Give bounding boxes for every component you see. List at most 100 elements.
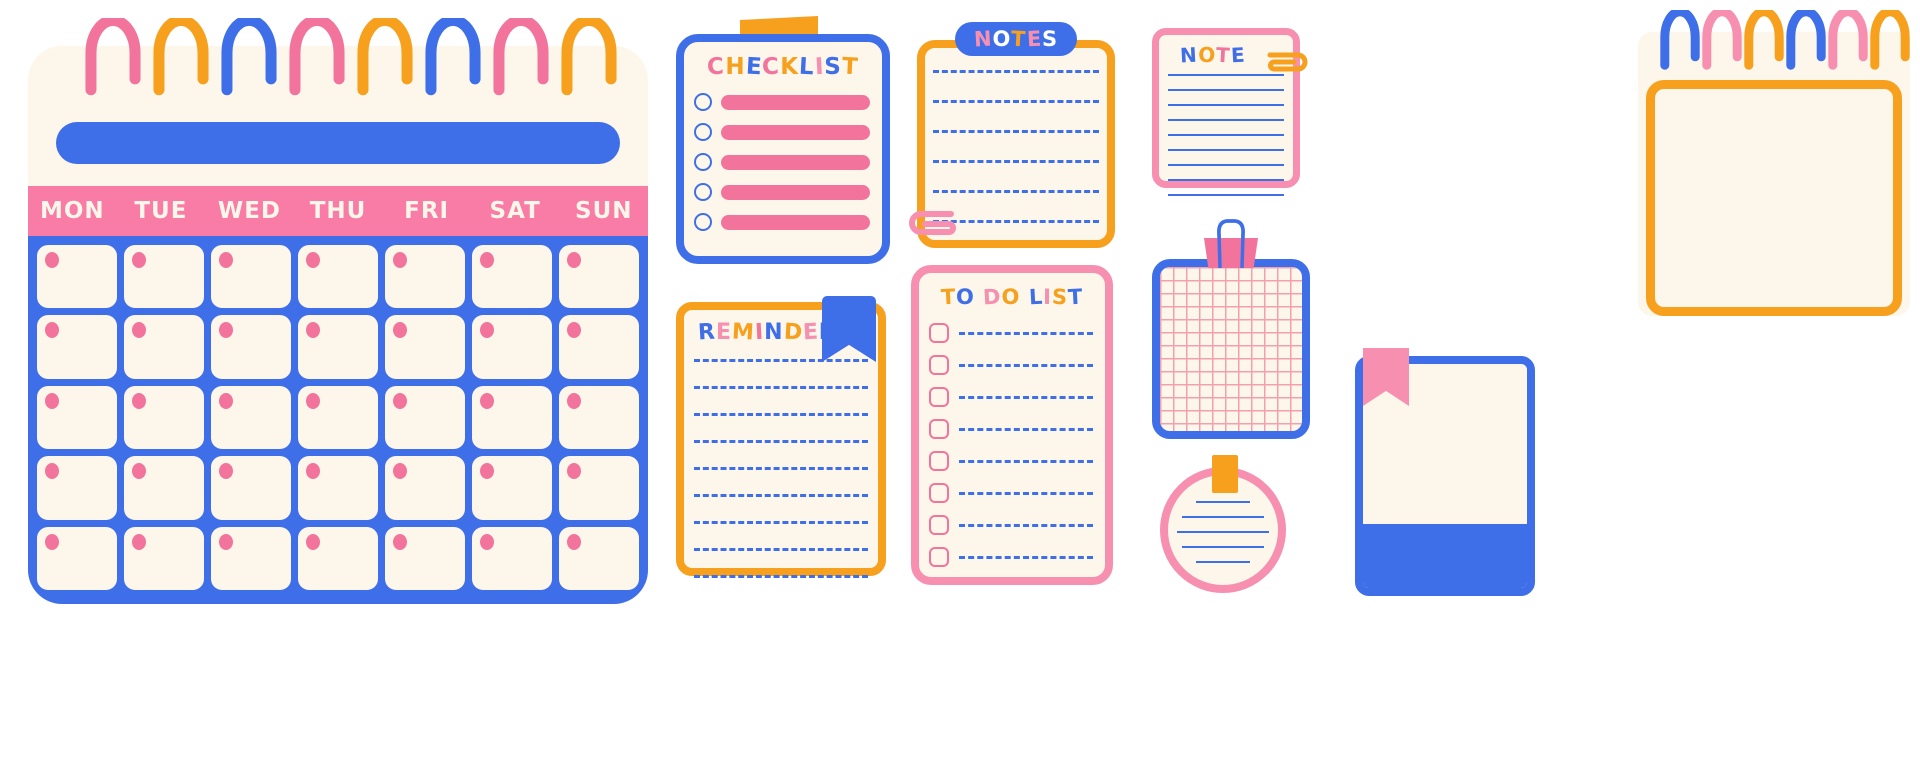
reminder-title-letter: D [782, 319, 804, 346]
todo-checkbox[interactable] [929, 483, 949, 503]
calendar-day-dot-icon [132, 392, 146, 409]
calendar-day-cell[interactable] [298, 245, 378, 309]
notes-title: NOTES [973, 26, 1058, 52]
calendar-day-header-mon: MON [39, 198, 105, 224]
todo-list-item[interactable] [929, 323, 1105, 343]
checklist-title-letter: T [841, 53, 860, 81]
calendar-month-title-bar[interactable] [56, 122, 620, 164]
calendar-day-cell[interactable] [385, 526, 465, 590]
checklist-title-letter: S [824, 54, 842, 80]
checklist-item[interactable] [694, 183, 882, 201]
calendar-day-cell[interactable] [37, 245, 117, 309]
checklist-title-letter: L [798, 53, 816, 81]
calendar-day-cell[interactable] [559, 245, 639, 309]
todo-list-item[interactable] [929, 355, 1105, 375]
todo-list-item[interactable] [929, 515, 1105, 535]
calendar-day-cell[interactable] [211, 315, 291, 379]
calendar-day-cell[interactable] [298, 526, 378, 590]
todo-checkbox[interactable] [929, 323, 949, 343]
calendar-day-cell[interactable] [124, 245, 204, 309]
notes-line [933, 160, 1099, 163]
todo-checkbox[interactable] [929, 547, 949, 567]
calendar-day-cell[interactable] [124, 385, 204, 450]
calendar-day-cell[interactable] [472, 245, 552, 309]
notes-title-letter: T [1010, 26, 1028, 52]
checklist-checkbox[interactable] [694, 183, 712, 201]
todo-list-card: TO DO LIST [911, 265, 1113, 585]
todo-list-item[interactable] [929, 419, 1105, 439]
calendar-day-cell[interactable] [559, 385, 639, 450]
notes-header-pill: NOTES [955, 22, 1077, 56]
circle-note-line [1177, 531, 1269, 533]
todo-list-items [919, 323, 1105, 567]
paperclip-icon [1267, 52, 1308, 72]
calendar-day-cell[interactable] [559, 526, 639, 590]
calendar-day-cell[interactable] [559, 315, 639, 379]
calendar-day-dot-icon [45, 392, 59, 409]
calendar-day-dot-icon [480, 252, 494, 268]
blank-spiral-notepad [1638, 7, 1910, 316]
circle-note-tape-icon [1212, 455, 1238, 493]
calendar-day-cell[interactable] [211, 456, 291, 520]
reminder-line [694, 548, 868, 551]
calendar-day-cell[interactable] [472, 526, 552, 590]
notepad-writing-area[interactable] [1646, 80, 1902, 316]
calendar-day-cell[interactable] [211, 245, 291, 309]
spiral-ring-icon [1786, 7, 1826, 70]
checklist-item[interactable] [694, 123, 882, 141]
calendar-day-cell[interactable] [37, 456, 117, 520]
calendar-day-header-fri: FRI [404, 198, 450, 224]
todo-checkbox[interactable] [929, 515, 949, 535]
calendar-day-dot-icon [480, 533, 494, 550]
checklist-item[interactable] [694, 93, 882, 111]
calendar-day-cell[interactable] [211, 526, 291, 590]
checklist-checkbox[interactable] [694, 213, 712, 231]
todo-list-item[interactable] [929, 547, 1105, 567]
checklist-title-letter: E [744, 53, 763, 81]
todo-list-title-letter: O [955, 285, 975, 309]
calendar-day-cell[interactable] [385, 315, 465, 379]
calendar-day-cell[interactable] [385, 456, 465, 520]
checklist-item[interactable] [694, 153, 882, 171]
calendar-day-cell[interactable] [385, 385, 465, 450]
calendar-day-cell[interactable] [385, 245, 465, 309]
checklist-checkbox[interactable] [694, 123, 712, 141]
calendar-day-dot-icon [45, 533, 59, 550]
checklist-item-bar [721, 214, 870, 230]
calendar-day-cell[interactable] [559, 456, 639, 520]
calendar-day-cell[interactable] [472, 385, 552, 450]
todo-checkbox[interactable] [929, 387, 949, 407]
calendar-day-cell[interactable] [37, 526, 117, 590]
checklist-checkbox[interactable] [694, 153, 712, 171]
checklist-checkbox[interactable] [694, 93, 712, 111]
reminder-line [694, 494, 868, 497]
calendar-day-cell[interactable] [37, 315, 117, 379]
todo-list-item[interactable] [929, 387, 1105, 407]
note-title-letter: N [1179, 42, 1199, 68]
calendar-day-cell[interactable] [124, 315, 204, 379]
calendar-date-grid [28, 236, 648, 604]
calendar-day-cell[interactable] [472, 456, 552, 520]
calendar-day-cell[interactable] [37, 385, 117, 450]
notes-line [933, 130, 1099, 133]
calendar-day-cell[interactable] [298, 385, 378, 450]
todo-list-item[interactable] [929, 451, 1105, 471]
calendar-day-cell[interactable] [298, 315, 378, 379]
calendar-day-cell[interactable] [124, 456, 204, 520]
todo-list-item[interactable] [929, 483, 1105, 503]
checklist-item[interactable] [694, 213, 882, 231]
calendar-day-cell[interactable] [124, 526, 204, 590]
todo-checkbox[interactable] [929, 451, 949, 471]
todo-checkbox[interactable] [929, 355, 949, 375]
reminder-line [694, 575, 868, 578]
spiral-ring-icon [356, 14, 414, 96]
calendar-day-cell[interactable] [472, 315, 552, 379]
checklist-title-letter: C [706, 53, 727, 81]
calendar-day-dot-icon [393, 252, 407, 268]
calendar-day-cell[interactable] [298, 456, 378, 520]
calendar-day-cell[interactable] [211, 385, 291, 450]
todo-checkbox[interactable] [929, 419, 949, 439]
circle-note-line [1182, 546, 1264, 548]
calendar-day-dot-icon [567, 533, 581, 550]
calendar-day-dot-icon [219, 463, 233, 480]
